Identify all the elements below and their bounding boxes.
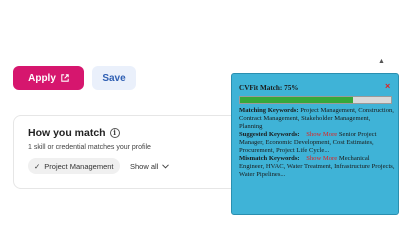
- show-all-label: Show all: [130, 161, 159, 171]
- matching-keywords-label: Matching Keywords:: [239, 107, 299, 114]
- how-you-match-card: How you match i 1 skill or credential ma…: [13, 115, 243, 189]
- suggested-keywords-label: Suggested Keywords:: [239, 131, 300, 139]
- match-title-text: How you match: [28, 127, 106, 139]
- external-link-icon: [61, 74, 69, 82]
- info-icon[interactable]: i: [109, 128, 120, 138]
- save-button-label: Save: [102, 72, 126, 84]
- scroll-up-icon[interactable]: ▲: [378, 58, 385, 65]
- match-progress-bar: [239, 96, 392, 104]
- apply-button-label: Apply: [28, 72, 56, 84]
- cvfit-keywords: Matching Keywords: Project Management, C…: [239, 107, 395, 179]
- checkmark-icon: ✓: [34, 161, 41, 171]
- suggested-keywords: Suggested Keywords: Show More Senior Pro…: [239, 131, 395, 155]
- mismatch-keywords: Mismatch Keywords: Show More Mechanical …: [239, 155, 395, 179]
- apply-button[interactable]: Apply: [13, 66, 84, 90]
- match-progress-fill: [240, 97, 354, 103]
- show-all-button[interactable]: Show all: [130, 158, 170, 174]
- mismatch-keywords-label: Mismatch Keywords:: [239, 155, 300, 163]
- match-title: How you match i: [28, 127, 120, 139]
- match-subtitle: 1 skill or credential matches your profi…: [28, 144, 151, 151]
- skill-chip[interactable]: ✓ Project Management: [28, 158, 120, 174]
- mismatch-show-more-link[interactable]: Show More: [306, 155, 337, 162]
- matching-keywords: Matching Keywords: Project Management, C…: [239, 107, 395, 131]
- close-icon[interactable]: ×: [385, 81, 390, 92]
- cvfit-title: CVFit Match: 75%: [239, 84, 299, 92]
- save-button[interactable]: Save: [92, 66, 136, 90]
- cvfit-popup: CVFit Match: 75% × Matching Keywords: Pr…: [231, 73, 399, 215]
- chevron-down-icon: [162, 163, 170, 169]
- skill-chip-label: Project Management: [44, 161, 114, 171]
- suggested-show-more-link[interactable]: Show More: [306, 131, 337, 138]
